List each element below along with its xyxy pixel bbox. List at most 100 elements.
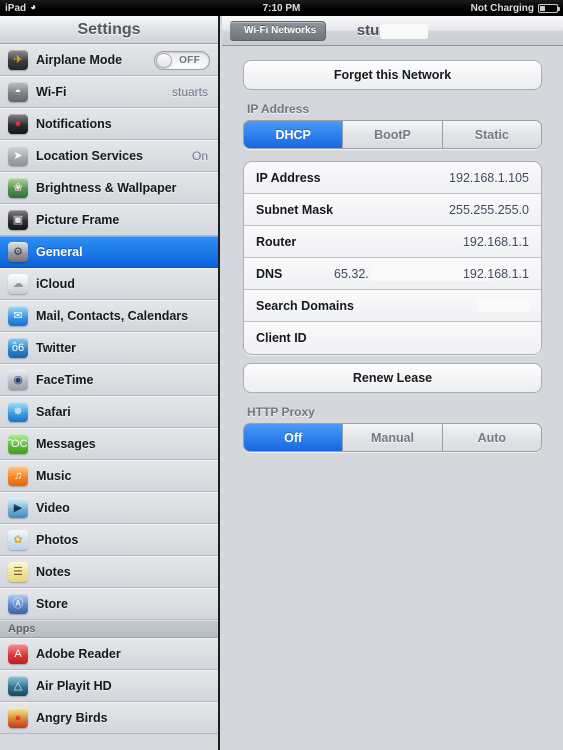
icloud-icon: ☁ [8,274,28,294]
network-details-table: IP Address 192.168.1.105 Subnet Mask 255.25… [243,161,542,355]
sidebar-item-value: stuarts [171,85,208,99]
sidebar-item-location-services[interactable]: ➤ Location Services On [0,140,218,172]
status-bar: iPad ◕ 7:10 PM Not Charging [0,0,563,16]
sidebar-item-label: Safari [36,405,71,419]
sidebar-item-icloud[interactable]: ☁ iCloud [0,268,218,300]
proxy-option-manual[interactable]: Manual [343,424,443,451]
wifi-detail-panel: Wi-Fi Networks stu Forget this Network I… [222,16,563,750]
ip-mode-option-dhcp[interactable]: DHCP [244,121,344,148]
sidebar-item-video[interactable]: ▶ Video [0,492,218,524]
row-key: Router [256,234,297,249]
angry-birds-icon: ● [8,708,28,728]
sidebar-item-label: Music [36,469,72,483]
sidebar-item-brightness-wallpaper[interactable]: ❀ Brightness & Wallpaper [0,172,218,204]
picture-frame-icon: ▣ [8,210,28,230]
http-proxy-segmented-control[interactable]: Off Manual Auto [243,423,542,452]
safari-compass-icon: ✵ [8,402,28,422]
sidebar-item-label: Mail, Contacts, Calendars [36,309,189,323]
battery-icon [538,3,560,13]
sidebar-item-label: General [36,245,83,259]
row-key: Subnet Mask [256,202,334,217]
sidebar-item-store[interactable]: Ⓐ Store [0,588,218,620]
row-secondary-value: 65.32. [334,266,369,281]
ip-mode-segmented-control[interactable]: DHCP BootP Static [243,120,542,149]
sidebar-item-notifications[interactable]: ● Notifications [0,108,218,140]
table-row[interactable]: Subnet Mask 255.255.255.0 [244,194,541,226]
back-button-wifi-networks[interactable]: Wi-Fi Networks [230,20,327,41]
twitter-icon: ὂ6 [8,338,28,358]
sidebar-item-label: Location Services [36,149,143,163]
airplane-icon: ✈ [8,50,28,70]
proxy-option-auto[interactable]: Auto [442,424,541,451]
row-value: 192.168.1.1 [462,266,529,281]
facetime-icon: ◉ [8,370,28,390]
sidebar-item-messages[interactable]: ὊC Messages [0,428,218,460]
sidebar-item-general[interactable]: ⚙ General [0,236,218,268]
http-proxy-section-label: HTTP Proxy [247,405,315,419]
renew-lease-button[interactable]: Renew Lease [243,363,542,393]
table-row[interactable]: Search Domains [244,290,541,322]
notifications-icon: ● [8,114,28,134]
sidebar-item-label: Air Playit HD [36,679,112,693]
sidebar-item-label: Airplane Mode [36,53,123,67]
proxy-option-off[interactable]: Off [244,424,344,451]
video-clapper-icon: ▶ [8,498,28,518]
forget-this-network-button[interactable]: Forget this Network [243,60,542,90]
row-value: 255.255.255.0 [449,202,529,217]
sidebar-item-air-playit-hd[interactable]: △ Air Playit HD [0,670,218,702]
sidebar-item-facetime[interactable]: ◉ FaceTime [0,364,218,396]
search-domains-redaction [477,299,529,312]
sidebar-item-airplane-mode[interactable]: ✈ Airplane Mode OFF [0,44,218,76]
row-key: IP Address [256,170,321,185]
sidebar-item-label: Notifications [36,117,112,131]
sidebar-item-label: Brightness & Wallpaper [36,181,177,195]
sidebar-item-value: On [191,149,208,163]
toggle-state-label: OFF [179,54,200,66]
sidebar-item-twitter[interactable]: ὂ6 Twitter [0,332,218,364]
power-status-label: Not Charging [470,2,534,14]
sidebar-item-label: Photos [36,533,79,547]
sidebar-item-safari[interactable]: ✵ Safari [0,396,218,428]
wifi-settings-icon: ◓ [8,82,28,102]
settings-sidebar: Settings ✈ Airplane Mode OFF ◓ Wi-Fi stuarts ●… [0,16,220,750]
toggle-knob [156,52,172,68]
sidebar-item-music[interactable]: ♫ Music [0,460,218,492]
row-key: Client ID [256,331,307,345]
music-note-icon: ♫ [8,466,28,486]
photos-sunflower-icon: ✿ [8,530,28,550]
sidebar-item-label: Messages [36,437,96,451]
table-row[interactable]: IP Address 192.168.1.105 [244,162,541,194]
sidebar-item-wi-fi[interactable]: ◓ Wi-Fi stuarts [0,76,218,108]
mail-icon: ✉ [8,306,28,326]
sidebar-item-mail-contacts-calendars[interactable]: ✉ Mail, Contacts, Calendars [0,300,218,332]
notes-icon: ☰ [8,562,28,582]
sidebar-item-label: Notes [36,565,71,579]
settings-list[interactable]: ✈ Airplane Mode OFF ◓ Wi-Fi stuarts ● Notificat… [0,44,218,750]
sidebar-item-label: Adobe Reader [36,647,121,661]
table-row[interactable]: Client ID [244,322,541,354]
sidebar-item-photos[interactable]: ✿ Photos [0,524,218,556]
detail-content: Forget this Network IP Address DHCP BootP… [222,46,563,452]
sidebar-item-label: iCloud [36,277,75,291]
page-title: Settings [0,16,218,44]
row-key: Search Domains [256,298,354,313]
sidebar-item-adobe-reader[interactable]: A Adobe Reader [0,638,218,670]
ip-address-section-label: IP Address [247,102,310,116]
table-row[interactable]: DNS 65.32. 192.168.1.1 [244,258,541,290]
network-name-redaction [380,23,429,39]
network-name-text: stu [356,22,380,39]
table-button-spacer [243,355,542,363]
table-row[interactable]: Router 192.168.1.1 [244,226,541,258]
sidebar-item-notes[interactable]: ☰ Notes [0,556,218,588]
sidebar-item-label: FaceTime [36,373,94,387]
sidebar-item-angry-birds[interactable]: ● Angry Birds [0,702,218,734]
navigation-bar: Wi-Fi Networks stu [222,16,563,46]
airplane-mode-toggle[interactable]: OFF [154,50,210,70]
ip-mode-option-bootp[interactable]: BootP [343,121,443,148]
status-bar-right: Not Charging [470,2,560,14]
ip-mode-option-static[interactable]: Static [442,121,541,148]
air-playit-hd-icon: △ [8,676,28,696]
sidebar-item-picture-frame[interactable]: ▣ Picture Frame [0,204,218,236]
brightness-wallpaper-icon: ❀ [8,178,28,198]
sidebar-item-label: Angry Birds [36,711,108,725]
